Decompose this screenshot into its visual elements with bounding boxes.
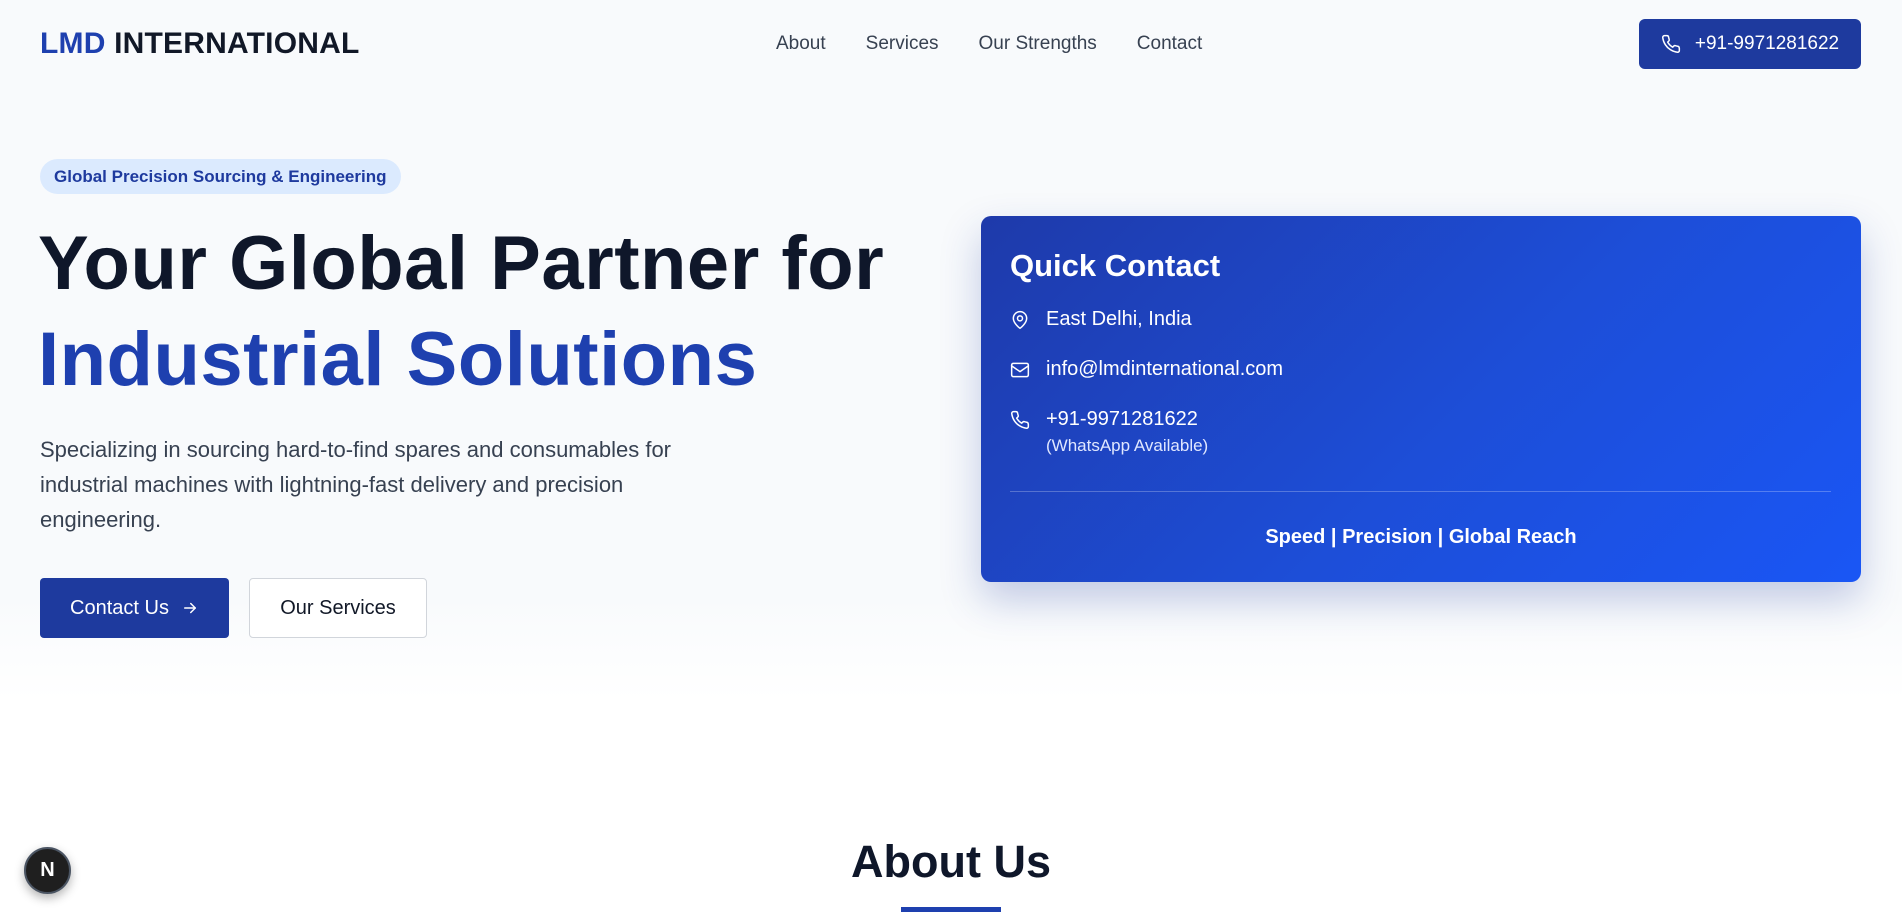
mail-icon bbox=[1010, 360, 1030, 380]
contact-phone-row[interactable]: +91-9971281622 (WhatsApp Available) bbox=[1010, 408, 1208, 456]
logo[interactable]: LMD INTERNATIONAL bbox=[40, 27, 359, 61]
main-nav: About Services Our Strengths Contact bbox=[776, 0, 1202, 88]
header-phone-button[interactable]: +91-9971281622 bbox=[1639, 19, 1861, 69]
our-services-label: Our Services bbox=[280, 596, 396, 619]
phone-icon bbox=[1010, 410, 1030, 430]
floating-dev-badge[interactable]: N bbox=[24, 847, 71, 894]
nav-contact[interactable]: Contact bbox=[1137, 33, 1202, 55]
card-tagline: Speed | Precision | Global Reach bbox=[1265, 526, 1577, 548]
contact-us-label: Contact Us bbox=[70, 596, 169, 619]
floating-badge-letter: N bbox=[40, 859, 55, 881]
nav-our-strengths[interactable]: Our Strengths bbox=[979, 33, 1097, 55]
card-divider bbox=[1010, 491, 1831, 492]
about-underline bbox=[901, 907, 1001, 912]
contact-phone[interactable]: +91-9971281622 bbox=[1046, 408, 1198, 430]
contact-location-row: East Delhi, India bbox=[1010, 308, 1192, 331]
contact-email[interactable]: info@lmdinternational.com bbox=[1046, 358, 1283, 381]
header-phone-label: +91-9971281622 bbox=[1694, 33, 1840, 54]
arrow-right-icon bbox=[181, 599, 199, 617]
headline-line-1: Your Global Partner for bbox=[38, 221, 885, 306]
contact-email-row[interactable]: info@lmdinternational.com bbox=[1010, 358, 1283, 381]
nav-services[interactable]: Services bbox=[866, 33, 939, 55]
contact-phone-block: +91-9971281622 (WhatsApp Available) bbox=[1046, 408, 1208, 456]
hero-badge: Global Precision Sourcing & Engineering bbox=[40, 159, 401, 194]
phone-icon bbox=[1661, 34, 1681, 54]
headline-line-2: Industrial Solutions bbox=[38, 317, 758, 402]
logo-text: INTERNATIONAL bbox=[105, 27, 360, 60]
quick-contact-card: Quick Contact East Delhi, India info@lmd… bbox=[981, 216, 1861, 582]
quick-contact-title: Quick Contact bbox=[1010, 248, 1221, 283]
contact-location: East Delhi, India bbox=[1046, 308, 1192, 330]
nav-about[interactable]: About bbox=[776, 33, 826, 55]
about-title: About Us bbox=[851, 836, 1051, 887]
our-services-button[interactable]: Our Services bbox=[249, 578, 427, 638]
hero-headline: Your Global Partner for Industrial Solut… bbox=[38, 216, 938, 408]
map-pin-icon bbox=[1010, 310, 1030, 330]
logo-accent: LMD bbox=[40, 27, 106, 60]
contact-us-button[interactable]: Contact Us bbox=[40, 578, 229, 638]
contact-phone-note: (WhatsApp Available) bbox=[1046, 436, 1209, 455]
page: LMD INTERNATIONAL About Services Our Str… bbox=[0, 0, 1902, 913]
site-header: LMD INTERNATIONAL About Services Our Str… bbox=[0, 0, 1902, 88]
hero-description: Specializing in sourcing hard-to-find sp… bbox=[40, 437, 672, 532]
